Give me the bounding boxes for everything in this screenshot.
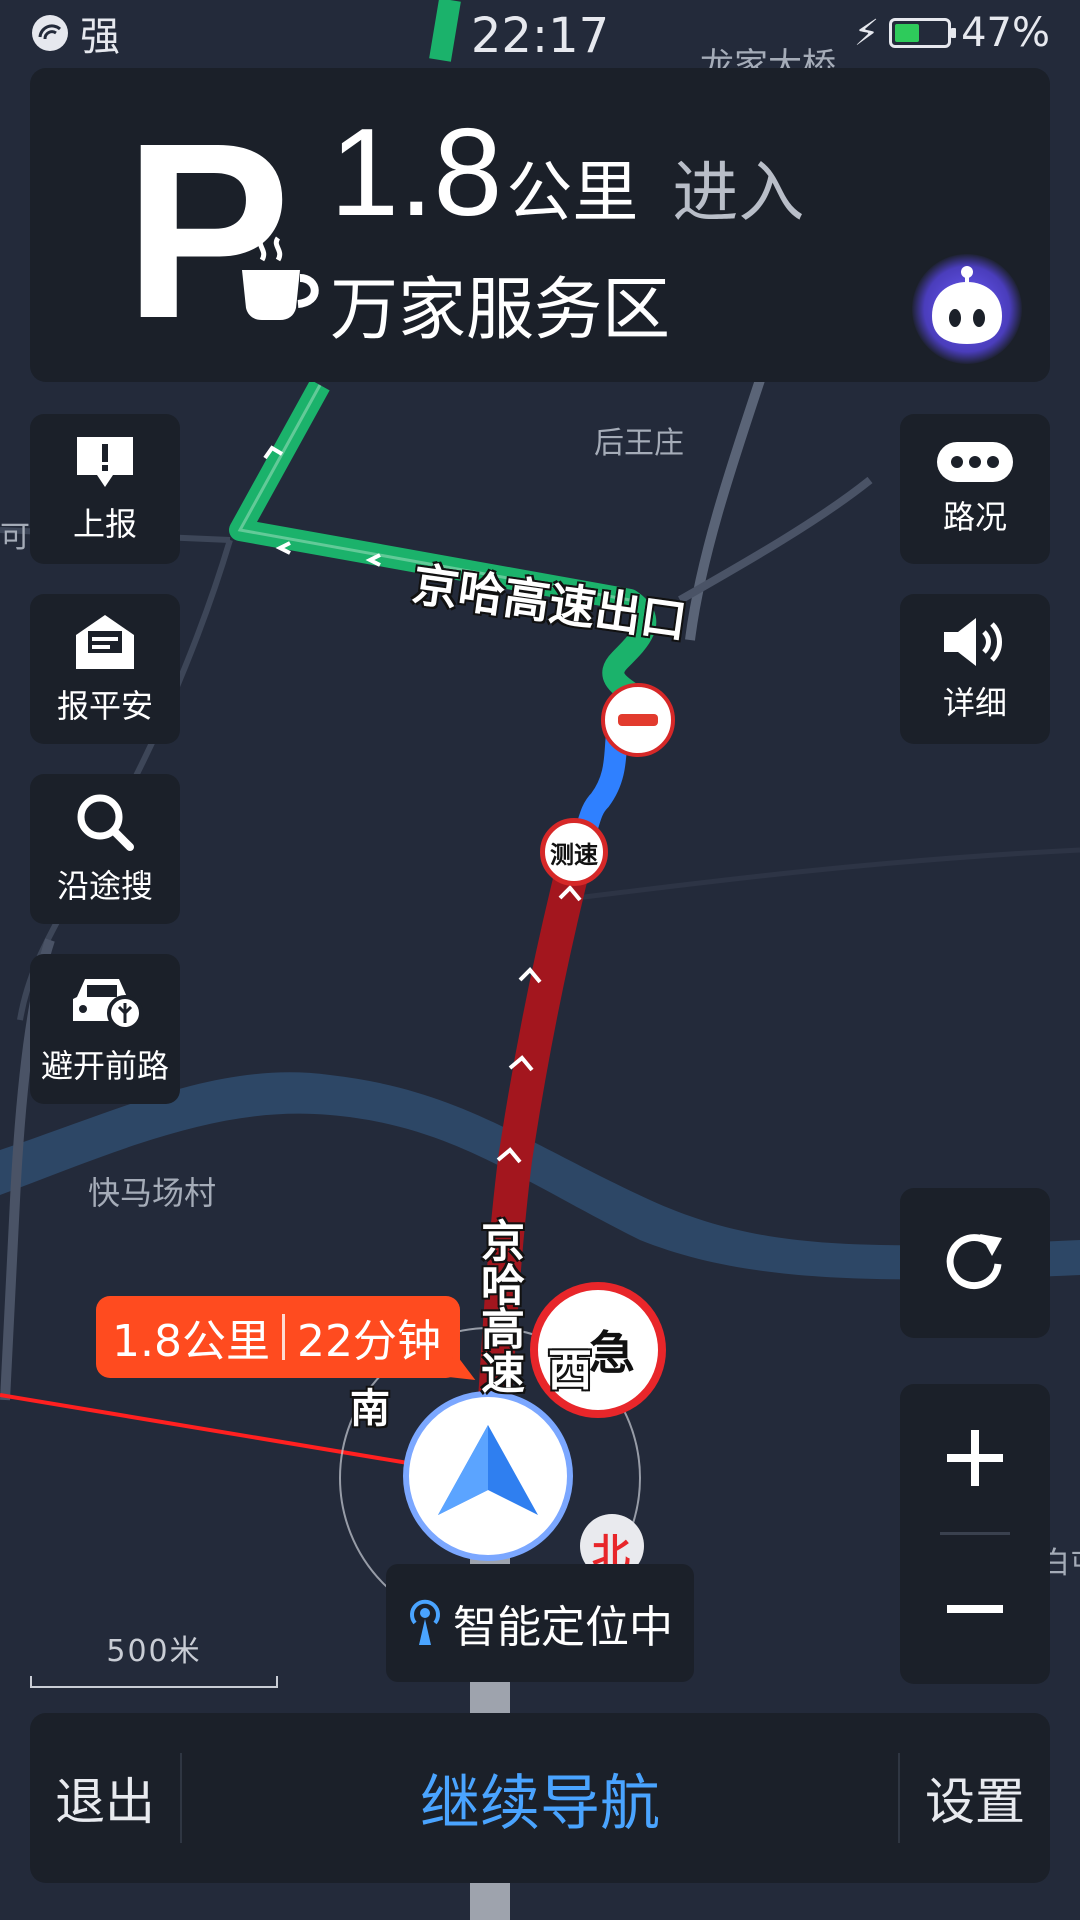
map-label: 快马场村 [88, 1174, 217, 1212]
plus-icon [947, 1430, 1003, 1486]
speed-camera-label: 测速 [550, 840, 598, 869]
report-label: 上报 [72, 505, 137, 543]
maneuver-action: 进入 [672, 154, 805, 231]
refresh-route-button[interactable] [900, 1188, 1050, 1338]
robot-assistant-icon [932, 266, 1002, 344]
battery-fill [895, 24, 919, 42]
search-along-route-button[interactable]: 沿途搜 [30, 774, 180, 924]
compass-west: 西 [548, 1345, 592, 1396]
search-icon [77, 794, 134, 851]
speed-camera-marker: 测速 [540, 818, 608, 886]
bottom-bar: 退出 继续导航 设置 [30, 1713, 1050, 1883]
parking-with-coffee-icon: P [90, 106, 319, 356]
voice-assistant-button[interactable] [912, 254, 1022, 364]
traffic-button[interactable]: 路况 [900, 414, 1050, 564]
settings-button[interactable]: 设置 [900, 1762, 1050, 1834]
report-safe-button[interactable]: 报平安 [30, 594, 180, 744]
eta-bubble: 1.8公里 22分钟 [96, 1296, 460, 1378]
distance-unit: 公里 [506, 154, 639, 231]
speaker-icon [944, 618, 1002, 666]
search-along-route-label: 沿途搜 [56, 867, 153, 905]
locating-text: 智能定位中 [453, 1602, 673, 1653]
refresh-icon [946, 1234, 1002, 1290]
traffic-label: 路况 [942, 498, 1007, 536]
minor-road [685, 378, 765, 641]
zoom-panel [900, 1384, 1050, 1684]
compass-south: 南 [350, 1386, 390, 1432]
status-bar: 强 22:17 ⚡ 47% [0, 0, 1080, 66]
traffic-icon [937, 442, 1013, 482]
location-signal-icon [410, 1599, 440, 1645]
map-label: 后王庄 [594, 426, 684, 461]
locating-indicator[interactable]: 智能定位中 [386, 1564, 694, 1682]
exit-button[interactable]: 退出 [30, 1762, 180, 1834]
map-label: 可 [0, 520, 30, 555]
detail-voice-button[interactable]: 详细 [900, 594, 1050, 744]
scale-label: 500米 [106, 1634, 202, 1669]
minor-road [559, 847, 1080, 903]
distance-row: 1.8 公里 进入 [330, 108, 804, 238]
distance-value: 1.8 [330, 104, 503, 242]
destination-name: 万家服务区 [330, 271, 671, 350]
coffee-cup-icon [242, 236, 319, 320]
avoid-road-car-icon [73, 979, 143, 1031]
report-safe-label: 报平安 [56, 687, 153, 725]
zoom-out-button[interactable] [900, 1535, 1050, 1683]
avoid-road-button[interactable]: 避开前路 [30, 954, 180, 1104]
car-position-marker [403, 1391, 573, 1561]
guidance-card[interactable]: P 1.8 公里 进入 万家服务区 [30, 68, 1050, 382]
detail-voice-label: 详细 [942, 684, 1007, 722]
emergency-label: 急 [589, 1326, 635, 1380]
continue-navigation-button[interactable]: 继续导航 [182, 1755, 898, 1842]
avoid-road-label: 避开前路 [40, 1047, 169, 1085]
minus-icon [947, 1605, 1003, 1613]
map-scale: 500米 [30, 1626, 278, 1688]
eta-separator [281, 1314, 285, 1360]
report-button[interactable]: 上报 [30, 414, 180, 564]
eta-duration: 22分钟 [296, 1316, 441, 1367]
zoom-in-button[interactable] [900, 1384, 1050, 1532]
safe-mail-icon [76, 615, 134, 669]
scale-bar [30, 1676, 278, 1688]
battery-icon [889, 18, 957, 48]
no-entry-marker [601, 683, 675, 757]
report-icon [77, 437, 133, 487]
eta-distance: 1.8公里 [112, 1316, 270, 1367]
